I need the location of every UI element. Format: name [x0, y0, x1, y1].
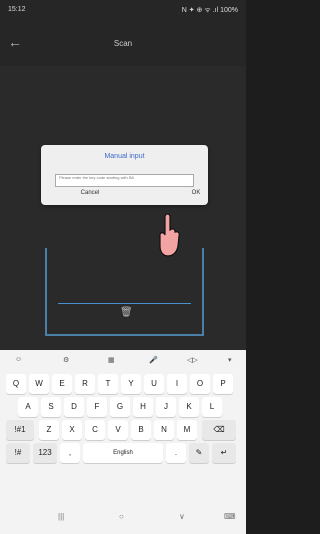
key-a[interactable]: A [18, 397, 38, 417]
key-o[interactable]: O [190, 374, 210, 394]
key-e[interactable]: E [52, 374, 72, 394]
status-time: 15:12 [8, 6, 26, 13]
keyboard: ☺ ⚙ ▦ 🎤 ◁▷ ▾ Q W E R T Y U I O P A S D F… [0, 350, 246, 500]
back-button[interactable]: ∨ [179, 512, 185, 521]
key-d[interactable]: D [64, 397, 84, 417]
recent-apps-button[interactable]: ||| [58, 512, 64, 521]
keyboard-toolbar: ☺ ⚙ ▦ 🎤 ◁▷ ▾ [0, 350, 246, 370]
key-f[interactable]: F [87, 397, 107, 417]
key-g[interactable]: G [110, 397, 130, 417]
key-z[interactable]: Z [39, 420, 59, 440]
key-s[interactable]: S [41, 397, 61, 417]
key-q[interactable]: Q [6, 374, 26, 394]
key-x[interactable]: X [62, 420, 82, 440]
space-key[interactable]: English [83, 443, 163, 463]
key-u[interactable]: U [144, 374, 164, 394]
key-p[interactable]: P [213, 374, 233, 394]
key-code-input[interactable]: Please enter the key code starting with … [55, 174, 194, 187]
key-row-4: !# 123 , English . ✎ ↵ [6, 443, 240, 465]
settings-icon[interactable]: ⚙ [63, 356, 69, 364]
home-button[interactable]: ○ [119, 512, 124, 521]
key-r[interactable]: R [75, 374, 95, 394]
key-w[interactable]: W [29, 374, 49, 394]
key-n[interactable]: N [154, 420, 174, 440]
cursor-icon[interactable]: ◁▷ [187, 356, 198, 364]
key-handwriting[interactable]: ✎ [189, 443, 209, 463]
key-b[interactable]: B [131, 420, 151, 440]
key-h[interactable]: H [133, 397, 153, 417]
emoji-icon[interactable]: ☺ [15, 356, 22, 363]
dialog-title: Manual input [104, 153, 145, 160]
key-row-2: A S D F G H J K L [6, 397, 240, 419]
tap-hand-icon [159, 213, 180, 257]
key-hash[interactable]: !# [6, 443, 30, 463]
key-row-3: !#1 Z X C V B N M ⌫ [6, 420, 240, 442]
mic-icon[interactable]: 🎤 [149, 356, 158, 364]
keyboard-switch-button[interactable]: ⌨ [224, 512, 236, 521]
trash-icon[interactable]: 🗑 [120, 308, 133, 318]
key-k[interactable]: K [179, 397, 199, 417]
collapse-icon[interactable]: ▾ [228, 356, 232, 364]
enter-key[interactable]: ↵ [212, 443, 236, 463]
key-y[interactable]: Y [121, 374, 141, 394]
scan-line [58, 303, 191, 304]
key-t[interactable]: T [98, 374, 118, 394]
key-l[interactable]: L [202, 397, 222, 417]
key-period[interactable]: . [166, 443, 186, 463]
clipboard-icon[interactable]: ▦ [108, 356, 115, 364]
navigation-bar: ||| ○ ∨ ⌨ [0, 500, 246, 534]
cancel-button[interactable]: Cancel [70, 190, 110, 196]
key-comma[interactable]: , [60, 443, 80, 463]
status-icons: N ✦ ⊕ ᯤ .ıl 100% [181, 7, 238, 14]
key-m[interactable]: M [177, 420, 197, 440]
app-bar: ← Scan [0, 20, 246, 66]
key-symbols[interactable]: !#1 [6, 420, 34, 440]
key-i[interactable]: I [167, 374, 187, 394]
page-title: Scan [113, 39, 133, 48]
scan-frame [45, 248, 204, 336]
key-123[interactable]: 123 [33, 443, 57, 463]
key-c[interactable]: C [85, 420, 105, 440]
ok-button[interactable]: OK [186, 190, 206, 196]
key-j[interactable]: J [156, 397, 176, 417]
key-v[interactable]: V [108, 420, 128, 440]
key-row-1: Q W E R T Y U I O P [6, 374, 240, 396]
backspace-key[interactable]: ⌫ [202, 420, 236, 440]
manual-input-dialog: Manual input Please enter the key code s… [41, 145, 208, 205]
status-bar: 15:12 N ✦ ⊕ ᯤ .ıl 100% [0, 0, 246, 20]
